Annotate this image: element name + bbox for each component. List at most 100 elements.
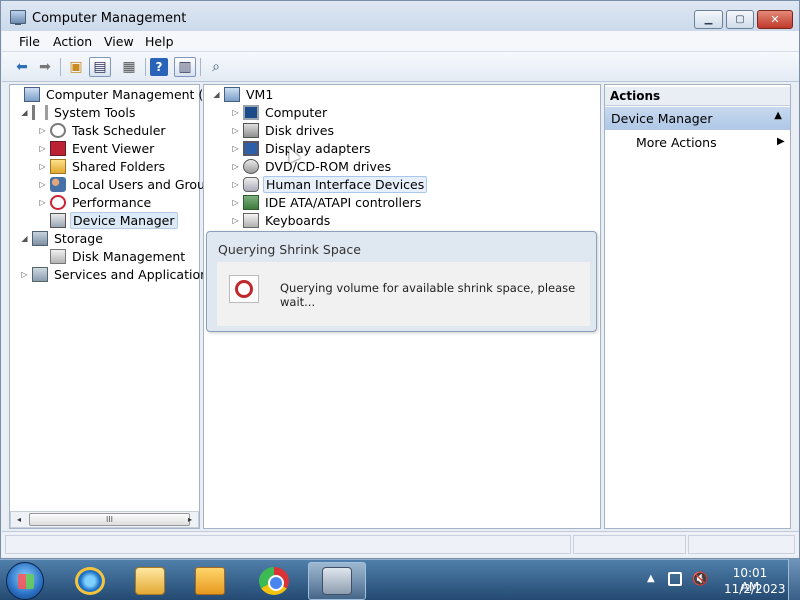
tree-item-storage[interactable]: ◢ Storage (19, 229, 105, 247)
device-category-label: Computer (265, 104, 328, 120)
toolbar-separator (200, 58, 201, 76)
show-desktop-button[interactable] (788, 559, 800, 600)
actions-pane (604, 84, 791, 529)
network-icon[interactable] (668, 572, 682, 586)
close-button[interactable]: ✕ (757, 10, 793, 29)
tree-item-services-and-applications[interactable]: ▷ Services and Applications (19, 265, 217, 283)
clock-wait-icon (229, 275, 259, 303)
menu-file[interactable]: File (19, 34, 40, 49)
console-tree-horizontal-scrollbar[interactable]: ◂ III ▸ (10, 511, 199, 528)
status-cell-tertiary (688, 535, 795, 554)
start-button[interactable] (6, 562, 44, 600)
help-icon[interactable]: ? (150, 58, 168, 76)
system-tools-icon (32, 104, 48, 120)
volume-muted-icon[interactable]: 🔇 (692, 572, 708, 587)
expand-arrow-icon[interactable]: ▷ (37, 198, 48, 207)
device-category-label: Display adapters (265, 140, 371, 156)
taskbar-media-player[interactable] (181, 562, 239, 600)
disk-drive-icon (243, 122, 259, 138)
menu-view[interactable]: View (104, 34, 134, 49)
clock-date[interactable]: 11/2/2023 (724, 582, 786, 596)
actions-section-device-manager[interactable]: Device Manager ▲ (605, 107, 790, 130)
hid-icon (243, 176, 259, 192)
up-folder-icon[interactable]: ▣ (65, 57, 87, 77)
tree-item-shared-folders[interactable]: ▷ Shared Folders (37, 157, 167, 175)
expand-arrow-icon[interactable]: ▷ (37, 126, 48, 135)
minimize-button[interactable]: ▁ (694, 10, 723, 29)
tree-item-disk-management[interactable]: Disk Management (37, 247, 187, 265)
taskbar-file-explorer[interactable] (121, 562, 179, 600)
tree-item-local-users-and-groups[interactable]: ▷ Local Users and Groups (37, 175, 221, 193)
menu-bar: File Action View Help (2, 31, 799, 52)
device-category-disk-drives[interactable]: ▷ Disk drives (230, 121, 336, 139)
more-actions-link[interactable]: More Actions (636, 135, 717, 150)
device-category-computer[interactable]: ▷ Computer (230, 103, 329, 121)
tree-item-system-tools[interactable]: ◢ System Tools (19, 103, 137, 121)
tree-item-task-scheduler[interactable]: ▷ Task Scheduler (37, 121, 168, 139)
menu-help[interactable]: Help (145, 34, 174, 49)
device-category-label: Disk drives (265, 122, 334, 138)
tree-item-device-manager[interactable]: Device Manager (37, 211, 178, 229)
forward-arrow-icon[interactable]: ➡ (34, 57, 56, 77)
tree-item-label: Storage (54, 230, 103, 246)
toolbar: ⬅ ➡ ▣ ▤ ▦ ? ▥ ⌕ (2, 52, 799, 82)
expand-arrow-icon[interactable]: ▷ (230, 198, 241, 207)
device-category-dvd-cd-rom-drives[interactable]: ▷ DVD/CD-ROM drives (230, 157, 393, 175)
submenu-arrow-icon[interactable]: ▶ (777, 136, 785, 147)
maximize-button[interactable]: ▢ (726, 10, 754, 29)
collapse-up-icon[interactable]: ▲ (774, 110, 782, 121)
expand-arrow-icon[interactable]: ◢ (211, 90, 222, 99)
expand-arrow-icon[interactable]: ▷ (230, 162, 241, 171)
scroll-right-icon[interactable]: ▸ (182, 512, 198, 527)
computer-management-icon (322, 567, 352, 595)
toolbar-separator (145, 58, 146, 76)
expand-arrow-icon[interactable]: ▷ (37, 144, 48, 153)
device-category-display-adapters[interactable]: ▷ Display adapters (230, 139, 372, 157)
expand-arrow-icon[interactable]: ▷ (230, 108, 241, 117)
services-applications-icon (32, 266, 48, 282)
taskbar-internet-explorer[interactable] (61, 562, 119, 600)
media-player-icon (195, 567, 225, 595)
device-category-ide-ata-atapi-controllers[interactable]: ▷ IDE ATA/ATAPI controllers (230, 193, 423, 211)
back-arrow-icon[interactable]: ⬅ (11, 57, 33, 77)
scan-hardware-icon[interactable]: ⌕ (205, 57, 227, 77)
expand-arrow-icon[interactable]: ◢ (19, 108, 30, 117)
scroll-left-icon[interactable]: ◂ (11, 512, 27, 527)
properties-icon[interactable]: ▦ (118, 57, 140, 77)
computer-management-window: Computer Management ▁ ▢ ✕ File Action Vi… (0, 0, 800, 559)
tree-item-performance[interactable]: ▷ Performance (37, 193, 153, 211)
expand-arrow-icon[interactable]: ▷ (19, 270, 30, 279)
tree-item-label: Event Viewer (72, 140, 155, 156)
tree-item-event-viewer[interactable]: ▷ Event Viewer (37, 139, 156, 157)
show-hide-console-tree-icon[interactable]: ▤ (89, 57, 111, 77)
status-cell-secondary (573, 535, 686, 554)
window-title: Computer Management (32, 11, 187, 26)
title-bar[interactable]: Computer Management ▁ ▢ ✕ (1, 1, 799, 31)
expand-arrow-icon[interactable]: ▷ (37, 180, 48, 189)
expand-arrow-icon[interactable]: ▷ (37, 162, 48, 171)
display-adapter-icon (243, 140, 259, 156)
local-users-icon (50, 176, 66, 192)
dialog-title: Querying Shrink Space (218, 242, 361, 257)
menu-action[interactable]: Action (53, 34, 92, 49)
device-category-label: DVD/CD-ROM drives (265, 158, 392, 174)
show-hide-action-pane-icon[interactable]: ▥ (174, 57, 196, 77)
expand-arrow-icon[interactable]: ▷ (230, 126, 241, 135)
taskbar-computer-management[interactable] (308, 562, 366, 600)
expand-arrow-icon[interactable]: ▷ (230, 216, 241, 225)
tree-item-label: System Tools (54, 104, 136, 120)
show-hidden-icons-icon[interactable]: ▲ (647, 573, 655, 584)
expand-arrow-icon[interactable]: ▷ (230, 180, 241, 189)
expand-arrow-icon[interactable]: ◢ (19, 234, 30, 243)
system-tray: ▲ 🔇 10:01 AM 11/2/2023 (640, 562, 800, 598)
device-category-human-interface-devices[interactable]: ▷ Human Interface Devices (230, 175, 428, 193)
task-scheduler-icon (50, 122, 66, 138)
dvd-drive-icon (243, 158, 259, 174)
device-category-keyboards[interactable]: ▷ Keyboards (230, 211, 332, 229)
expand-arrow-icon[interactable]: ▷ (230, 144, 241, 153)
taskbar-chrome[interactable] (245, 562, 303, 600)
chrome-icon (259, 567, 289, 595)
device-tree-root[interactable]: ◢ VM1 (211, 85, 275, 103)
scroll-thumb[interactable]: III (29, 513, 190, 526)
device-tree-root-label: VM1 (246, 86, 274, 102)
